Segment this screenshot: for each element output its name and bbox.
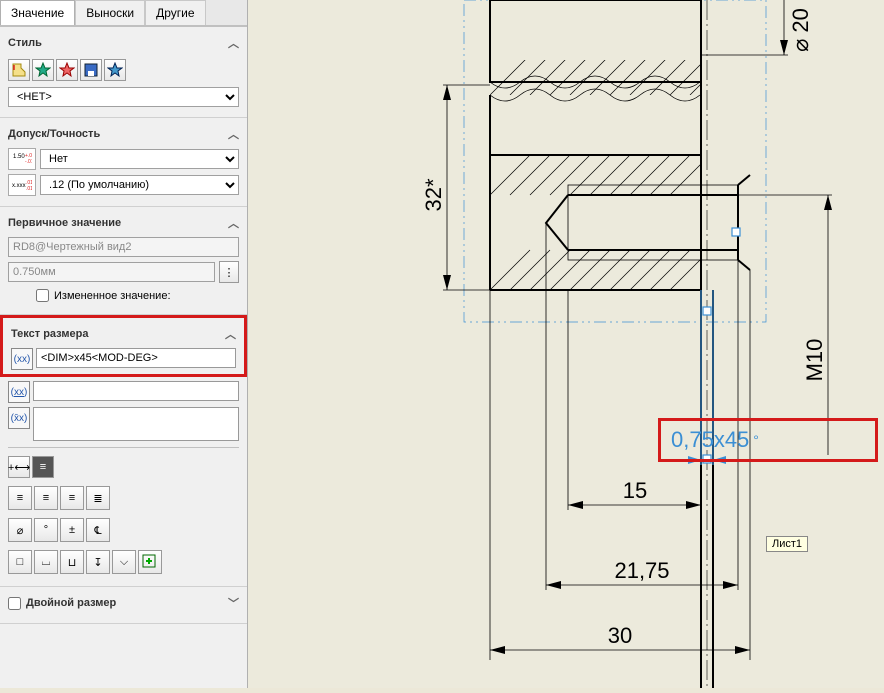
remove-favorite-icon[interactable] [56,59,78,81]
dual-dimension-checkbox[interactable] [8,597,21,610]
dim-2175: 21,75 [614,558,669,583]
override-value-label: Измененное значение: [54,290,171,302]
override-value-checkbox[interactable] [36,289,49,302]
style-favorites-toolbar [8,55,239,85]
dim-text-prefix-input[interactable] [33,381,239,401]
dim-dia20: ⌀ 20 [788,8,813,52]
plusminus-symbol-icon[interactable]: ± [60,518,84,542]
dim-30: 30 [608,623,632,648]
square-symbol-icon[interactable]: □ [8,550,32,574]
active-dim-value: 0,75x45 [671,427,749,453]
add-symbol-icon[interactable]: +⟷ [8,456,30,478]
dim-text-label: Текст размера [11,328,88,340]
section-style-label: Стиль [8,37,42,49]
tab-value[interactable]: Значение [0,0,75,25]
primary-ref [8,237,239,257]
justify-full-icon[interactable]: ≣ [86,486,110,510]
more-symbols-icon[interactable] [138,550,162,574]
centerline-symbol-icon[interactable]: ℄ [86,518,110,542]
tolerance-precision-icon: x.xxx.01.01 [8,174,36,196]
tolerance-precision-select[interactable]: .12 (По умолчанию) [40,175,239,195]
section-dual-header[interactable]: Двойной размер ﹀ [8,591,239,615]
justify-left-icon[interactable]: ≡ [8,486,32,510]
save-favorite-icon[interactable] [80,59,102,81]
insert-prefix-icon[interactable]: (xx) [8,381,30,403]
chevron-up-icon: ︿ [228,126,239,142]
dim-32: 32* [421,178,446,211]
symbol-toolbar-2: □ ⌴ ⊔ ↧ ⌵ [8,546,239,578]
spotface-symbol-icon[interactable]: ⌴ [34,550,58,574]
chevron-down-icon: ﹀ [228,595,239,611]
chevron-up-icon: ︿ [228,35,239,51]
svg-text:1.50: 1.50 [13,154,25,160]
diameter-symbol-icon[interactable]: ⌀ [8,518,32,542]
chevron-up-icon: ︿ [225,326,236,342]
dim-text-below-input[interactable] [33,407,239,441]
svg-text:x.xxx: x.xxx [12,183,26,189]
tolerance-label: Допуск/Точность [8,128,100,140]
justify-right-icon[interactable]: ≡ [60,486,84,510]
tab-leaders[interactable]: Выноски [75,0,145,25]
property-tabs: Значение Выноски Другие [0,0,247,27]
countersink-symbol-icon[interactable]: ⌵ [112,550,136,574]
apply-style-icon[interactable] [8,59,30,81]
drawing-canvas[interactable]: 32* ⌀ 20 M10 15 21,75 30 0,75x45° Лист1 [248,0,884,688]
depth-symbol-icon[interactable]: ↧ [86,550,110,574]
section-dim-text-header[interactable]: Текст размера ︿ [11,322,236,346]
svg-text:.01: .01 [26,186,32,192]
sheet-tooltip: Лист1 [766,536,808,552]
section-primary-header[interactable]: Первичное значение ︿ [8,211,239,235]
primary-label: Первичное значение [8,217,121,229]
load-favorite-icon[interactable] [104,59,126,81]
primary-value [8,262,215,282]
active-dim-value-box[interactable]: 0,75x45° [658,418,878,462]
svg-text:-.01: -.01 [25,159,32,165]
degree-icon: ° [753,432,759,448]
all-uppercase-icon[interactable]: ≡ [32,456,54,478]
section-style-header[interactable]: Стиль ︿ [8,31,239,55]
justify-toolbar: ≡ ≡ ≡ ≣ [8,482,239,514]
dim-m10: M10 [802,339,827,382]
tab-other[interactable]: Другие [145,0,205,25]
justify-center-icon[interactable]: ≡ [34,486,58,510]
section-tolerance-header[interactable]: Допуск/Точность ︿ [8,122,239,146]
symbol-toolbar-1: ⌀ ° ± ℄ [8,514,239,546]
degree-symbol-icon[interactable]: ° [34,518,58,542]
insert-below-icon[interactable]: (x̄x) [8,407,30,429]
tolerance-type-select[interactable]: Нет [40,149,239,169]
tolerance-type-icon: 1.50+.01-.01 [8,148,36,170]
insert-before-icon[interactable]: (xx) [11,348,33,370]
chevron-up-icon: ︿ [228,215,239,231]
style-select[interactable]: <НЕТ> [8,87,239,107]
add-favorite-icon[interactable] [32,59,54,81]
dim-15: 15 [623,478,647,503]
dim-text-main-input[interactable] [36,348,236,368]
primary-value-options-icon[interactable]: ⋮ [219,261,239,283]
counterbore-symbol-icon[interactable]: ⊔ [60,550,84,574]
dual-label: Двойной размер [26,597,116,609]
